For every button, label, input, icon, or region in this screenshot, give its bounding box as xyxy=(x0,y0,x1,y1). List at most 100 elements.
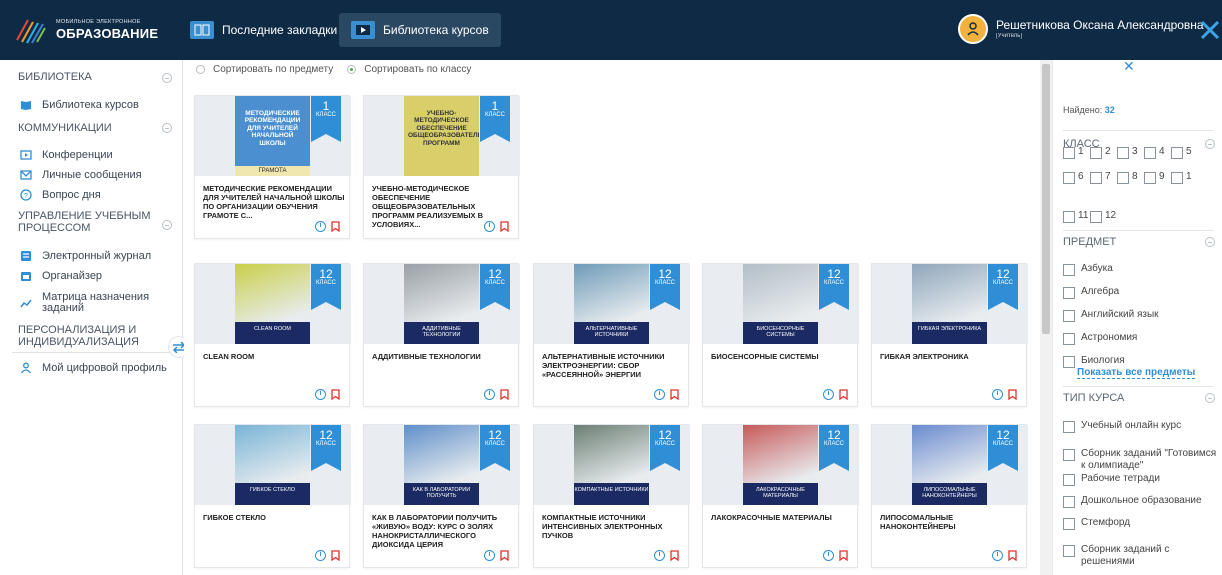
bookmark-icon[interactable] xyxy=(330,389,341,400)
tab-course-library[interactable]: Библиотека курсов xyxy=(339,13,501,47)
course-card[interactable]: БИОСЕНСОРНЫЕ СИСТЕМЫ 12 КЛАСС БИОСЕНСОРН… xyxy=(702,263,859,407)
course-type-checkbox[interactable] xyxy=(1063,518,1075,530)
course-type-checkbox[interactable] xyxy=(1063,545,1075,557)
section-process-management[interactable]: УПРАВЛЕНИЕ УЧЕБНЫМ ПРОЦЕССОМ xyxy=(18,210,158,234)
bookmark-icon[interactable] xyxy=(669,389,680,400)
sidebar-item-organizer[interactable]: Органайзер xyxy=(20,270,102,282)
collapse-icon[interactable] xyxy=(1205,237,1215,247)
subject-checkbox[interactable] xyxy=(1063,310,1075,322)
filter-subject-heading[interactable]: ПРЕДМЕТ xyxy=(1063,236,1116,248)
subject-checkbox[interactable] xyxy=(1063,333,1075,345)
bookmark-icon[interactable] xyxy=(1007,389,1018,400)
grade-checkbox[interactable] xyxy=(1144,172,1156,184)
course-card[interactable]: CLEAN ROOM 12 КЛАСС CLEAN ROOM i xyxy=(194,263,351,407)
info-icon[interactable]: i xyxy=(484,389,495,400)
collapse-icon[interactable] xyxy=(1205,393,1215,403)
app-logo[interactable]: МОБИЛЬНОЕ ЭЛЕКТРОННОЕ ОБРАЗОВАНИЕ xyxy=(14,14,158,46)
course-type-checkbox[interactable] xyxy=(1063,421,1075,433)
grade-checkbox[interactable] xyxy=(1117,147,1129,159)
info-icon[interactable]: i xyxy=(315,221,326,232)
grade-checkbox[interactable] xyxy=(1090,172,1102,184)
course-card[interactable]: Учебно-методическое обеспечение общеобра… xyxy=(363,95,520,239)
info-icon[interactable]: i xyxy=(823,389,834,400)
sidebar-item-journal[interactable]: Электронный журнал xyxy=(20,250,151,262)
grade-checkbox[interactable] xyxy=(1171,172,1183,184)
bookmark-icon[interactable] xyxy=(838,389,849,400)
info-icon[interactable]: i xyxy=(484,221,495,232)
course-card[interactable]: КОМПАКТНЫЕ ИСТОЧНИКИ 12 КЛАСС КОМПАКТНЫЕ… xyxy=(533,424,690,568)
grade-checkbox[interactable] xyxy=(1090,147,1102,159)
course-card[interactable]: МЕТОДИЧЕСКИЕ РЕКОМЕНДАЦИИ ДЛЯ УЧИТЕЛЕЙ Н… xyxy=(194,95,351,239)
course-card[interactable]: ГИБКОЕ СТЕКЛО 12 КЛАСС ГИБКОЕ СТЕКЛО i xyxy=(194,424,351,568)
course-card[interactable]: ЛИПОСОМАЛЬНЫЕ НАНОКОНТЕЙНЕРЫ 12 КЛАСС ЛИ… xyxy=(871,424,1028,568)
subject-checkbox[interactable] xyxy=(1063,264,1075,276)
sidebar-item-question-of-day[interactable]: ? Вопрос дня xyxy=(20,189,101,201)
course-card[interactable]: АЛЬТЕРНАТИВНЫЕ ИСТОЧНИКИ 12 КЛАСС АЛЬТЕР… xyxy=(533,263,690,407)
scrollbar[interactable] xyxy=(1040,60,1052,575)
info-icon[interactable]: i xyxy=(654,550,665,561)
video-library-icon xyxy=(351,21,375,39)
grade-checkbox[interactable] xyxy=(1063,147,1075,159)
info-icon[interactable]: i xyxy=(484,550,495,561)
close-filters-icon[interactable]: ✕ xyxy=(1123,58,1135,75)
section-personalization[interactable]: ПЕРСОНАЛИЗАЦИЯ И ИНДИВИДУАЛИЗАЦИЯ xyxy=(18,324,158,348)
section-communications[interactable]: КОММУНИКАЦИИ xyxy=(18,122,112,135)
collapse-icon[interactable] xyxy=(1205,139,1215,149)
bookmark-icon[interactable] xyxy=(838,550,849,561)
collapse-icon[interactable] xyxy=(162,73,172,83)
sidebar-item-digital-profile[interactable]: Мой цифровой профиль xyxy=(20,362,167,374)
sidebar-item-conferences[interactable]: Конференции xyxy=(20,149,113,161)
bookmark-icon[interactable] xyxy=(330,550,341,561)
user-profile[interactable]: Решетникова Оксана Александровна [Учител… xyxy=(958,14,1204,44)
grade-checkbox[interactable] xyxy=(1063,172,1075,184)
tab-recent-bookmarks[interactable]: Последние закладки xyxy=(178,13,349,47)
show-all-subjects-link[interactable]: Показать все предметы xyxy=(1077,367,1196,379)
grade-checkbox[interactable] xyxy=(1117,172,1129,184)
grade-checkbox[interactable] xyxy=(1090,211,1102,223)
course-card[interactable]: КАК В ЛАБОРАТОРИИ ПОЛУЧИТЬ 12 КЛАСС КАК … xyxy=(363,424,520,568)
course-card[interactable]: ГИБКАЯ ЭЛЕКТРОНИКА 12 КЛАСС ГИБКАЯ ЭЛЕКТ… xyxy=(871,263,1028,407)
course-card[interactable]: ЛАКОКРАСОЧНЫЕ МАТЕРИАЛЫ 12 КЛАСС ЛАКОКРА… xyxy=(702,424,859,568)
section-library[interactable]: БИБЛИОТЕКА xyxy=(18,71,92,84)
sidebar-item-task-matrix[interactable]: Матрица назначения заданий xyxy=(20,292,160,314)
sidebar-item-messages[interactable]: Личные сообщения xyxy=(20,169,142,181)
course-type-checkbox[interactable] xyxy=(1063,496,1075,508)
radio-sort-class[interactable] xyxy=(347,65,357,74)
bookmark-icon[interactable] xyxy=(1007,550,1018,561)
course-type-label: Стемфорд xyxy=(1081,517,1131,528)
course-title: МЕТОДИЧЕСКИЕ РЕКОМЕНДАЦИИ ДЛЯ УЧИТЕЛЕЙ Н… xyxy=(203,184,345,220)
collapse-icon[interactable] xyxy=(162,123,172,133)
info-icon[interactable]: i xyxy=(654,389,665,400)
sidebar-item-course-library[interactable]: Библиотека курсов xyxy=(20,99,139,111)
info-icon[interactable]: i xyxy=(315,389,326,400)
radio-sort-subject[interactable] xyxy=(196,65,205,74)
course-card[interactable]: АДДИТИВНЫЕ ТЕХНОЛОГИИ 12 КЛАСС АДДИТИВНЫ… xyxy=(363,263,520,407)
info-icon[interactable]: i xyxy=(315,550,326,561)
course-library: Сортировать по предмету Сортировать по к… xyxy=(184,60,1039,575)
scrollbar-thumb[interactable] xyxy=(1042,64,1050,334)
subject-checkbox[interactable] xyxy=(1063,356,1075,368)
filter-type-heading[interactable]: ТИП КУРСА xyxy=(1063,392,1124,404)
info-icon[interactable]: i xyxy=(992,389,1003,400)
cover-label: CLEAN ROOM xyxy=(235,322,310,344)
bookmark-icon[interactable] xyxy=(499,221,510,232)
course-title: КАК В ЛАБОРАТОРИИ ПОЛУЧИТЬ «ЖИВУЮ» ВОДУ:… xyxy=(372,513,498,549)
bookmark-icon[interactable] xyxy=(499,550,510,561)
grade-checkbox[interactable] xyxy=(1144,147,1156,159)
info-icon[interactable]: i xyxy=(823,550,834,561)
grade-checkbox[interactable] xyxy=(1171,147,1183,159)
subject-checkbox[interactable] xyxy=(1063,287,1075,299)
bookmark-icon[interactable] xyxy=(330,221,341,232)
bookmark-icon[interactable] xyxy=(669,550,680,561)
bookmark-icon[interactable] xyxy=(499,389,510,400)
close-icon[interactable] xyxy=(1196,16,1222,44)
sort-subject-label[interactable]: Сортировать по предмету xyxy=(213,64,333,75)
grade-label: 1 xyxy=(1078,146,1084,157)
course-type-checkbox[interactable] xyxy=(1063,449,1075,461)
collapse-icon[interactable] xyxy=(162,220,172,230)
sort-class-label[interactable]: Сортировать по классу xyxy=(364,64,471,75)
course-type-checkbox[interactable] xyxy=(1063,474,1075,486)
course-title: ЛАКОКРАСОЧНЫЕ МАТЕРИАЛЫ xyxy=(711,513,832,522)
info-icon[interactable]: i xyxy=(992,550,1003,561)
grade-checkbox[interactable] xyxy=(1063,211,1075,223)
